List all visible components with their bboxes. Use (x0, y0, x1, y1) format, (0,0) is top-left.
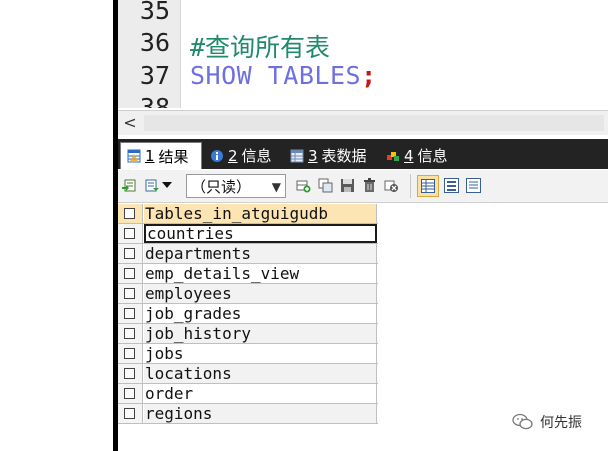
toolbar-separator (410, 174, 411, 198)
select-all-cell (118, 204, 143, 223)
row-check-cell (118, 404, 143, 423)
row-checkbox[interactable] (124, 368, 135, 379)
tab-number: 4 (404, 146, 414, 165)
line-number: 36 (139, 28, 170, 57)
table-row[interactable]: job_grades (118, 304, 378, 324)
table-row[interactable]: order (118, 384, 378, 404)
table-data-icon (290, 149, 304, 162)
tab-label: 信息 (241, 147, 272, 165)
tab-result[interactable]: 1 结果 (120, 142, 202, 169)
grid-header-row: Tables_in_atguigudb (118, 204, 378, 224)
result-grid: Tables_in_atguigudb countries department… (118, 204, 378, 424)
form-view-icon[interactable] (444, 178, 459, 193)
row-check-cell (118, 304, 143, 323)
table-name-cell[interactable]: employees (144, 284, 377, 303)
row-check-cell (118, 244, 143, 263)
tab-table-data[interactable]: 3 表数据 (284, 142, 380, 169)
sql-editor[interactable]: 35 36 37 38 #查询所有表 SHOW TABLES; (118, 0, 608, 108)
row-checkbox[interactable] (124, 348, 135, 359)
table-row[interactable]: employees (118, 284, 378, 304)
export-icon[interactable] (122, 178, 137, 193)
row-check-cell (118, 224, 143, 243)
line-number: 38 (139, 93, 170, 108)
row-checkbox[interactable] (124, 288, 135, 299)
tab-info[interactable]: 2 信息 (204, 142, 284, 169)
tab-number: 2 (228, 146, 238, 165)
scroll-left-button[interactable]: < (118, 111, 142, 135)
table-name-cell[interactable]: regions (144, 404, 377, 423)
table-row[interactable]: jobs (118, 344, 378, 364)
watermark-text: 何先振 (540, 415, 582, 431)
tab-number: 3 (308, 146, 318, 165)
tab-info-2[interactable]: 4 信息 (380, 142, 462, 169)
row-check-cell (118, 264, 143, 283)
cancel-icon[interactable] (384, 178, 399, 193)
line-number-gutter: 35 36 37 38 (118, 0, 180, 108)
result-grid-icon (127, 149, 141, 163)
table-name-cell[interactable]: emp_details_view (144, 264, 377, 283)
sql-semicolon: ; (361, 61, 377, 90)
table-row[interactable]: departments (118, 244, 378, 264)
tab-number: 1 (145, 147, 155, 165)
chevron-down-icon: ▼ (271, 180, 281, 194)
table-row[interactable]: regions (118, 404, 378, 424)
table-name-cell[interactable]: jobs (144, 344, 377, 363)
scroll-track[interactable] (144, 115, 604, 131)
select-all-checkbox[interactable] (124, 208, 135, 219)
table-name-cell[interactable]: departments (144, 244, 377, 263)
result-tabbar: 1 结果 2 信息 3 表数据 4 信息 (118, 139, 608, 169)
table-row[interactable]: job_history (118, 324, 378, 344)
table-name-cell[interactable]: job_grades (144, 304, 377, 323)
sqlyog-panel: 35 36 37 38 #查询所有表 SHOW TABLES; < 1 结果 2… (118, 0, 608, 451)
row-checkbox[interactable] (124, 328, 135, 339)
chevron-down-icon[interactable] (162, 181, 172, 189)
import-icon[interactable] (144, 178, 159, 193)
column-header[interactable]: Tables_in_atguigudb (144, 204, 377, 223)
row-checkbox[interactable] (124, 388, 135, 399)
tab-label: 表数据 (321, 147, 367, 165)
result-toolbar: （只读） ▼ (118, 170, 608, 203)
row-checkbox[interactable] (124, 308, 135, 319)
code-comment[interactable]: #查询所有表 (190, 28, 330, 64)
row-check-cell (118, 284, 143, 303)
delete-icon[interactable] (362, 178, 377, 193)
watermark: 何先振 (512, 412, 582, 432)
duplicate-row-icon[interactable] (318, 178, 333, 193)
table-name-cell[interactable]: locations (144, 364, 377, 383)
row-check-cell (118, 324, 143, 343)
line-number: 37 (139, 61, 170, 90)
table-name-cell[interactable]: order (144, 384, 377, 403)
row-check-cell (118, 364, 143, 383)
row-checkbox[interactable] (124, 268, 135, 279)
grid-view-toggle[interactable] (417, 175, 439, 197)
table-name-cell[interactable]: countries (144, 224, 377, 243)
sql-keyword: SHOW TABLES (190, 61, 362, 90)
save-icon[interactable] (340, 178, 355, 193)
left-blank-area (0, 0, 113, 451)
editor-horizontal-scrollbar[interactable]: < (118, 110, 608, 135)
row-checkbox[interactable] (124, 248, 135, 259)
row-checkbox[interactable] (124, 408, 135, 419)
info-icon (211, 149, 223, 162)
table-row[interactable]: countries (118, 224, 378, 244)
row-check-cell (118, 344, 143, 363)
text-view-icon[interactable] (466, 178, 481, 193)
add-row-icon[interactable] (296, 178, 311, 193)
readonly-mode-select[interactable]: （只读） ▼ (186, 174, 286, 198)
line-number: 35 (139, 0, 170, 25)
table-row[interactable]: locations (118, 364, 378, 384)
info-color-icon (387, 151, 399, 161)
grid-view-icon (421, 179, 435, 193)
row-checkbox[interactable] (124, 228, 135, 239)
gutter-separator (180, 0, 181, 108)
code-statement[interactable]: SHOW TABLES; (190, 61, 376, 90)
table-row[interactable]: emp_details_view (118, 264, 378, 284)
tab-label: 结果 (158, 147, 189, 166)
row-check-cell (118, 384, 143, 403)
tab-label: 信息 (417, 147, 448, 165)
table-name-cell[interactable]: job_history (144, 324, 377, 343)
readonly-label: （只读） (191, 178, 252, 196)
wechat-icon (512, 413, 533, 430)
